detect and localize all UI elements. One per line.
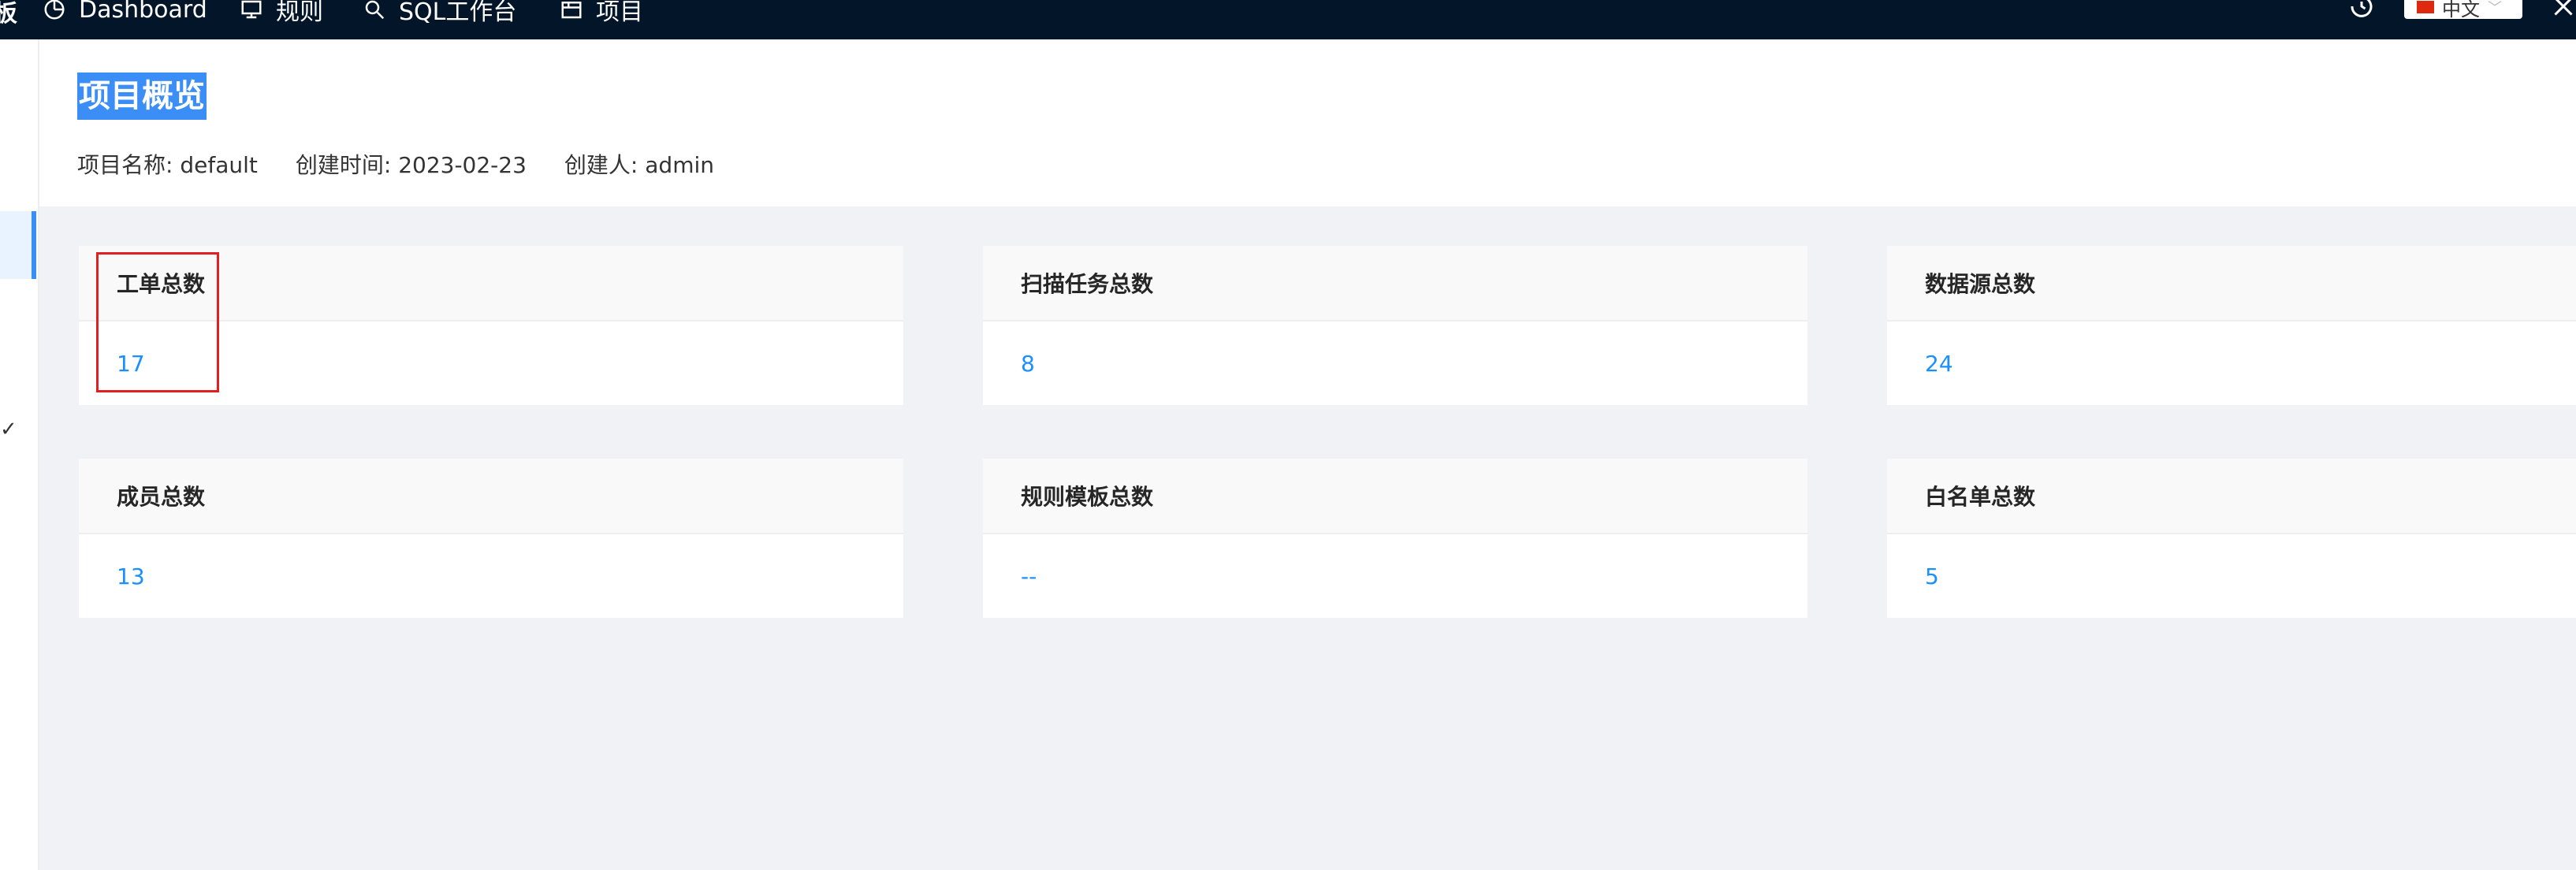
stat-card-rule-templates: 规则模板总数 --	[983, 459, 1807, 618]
created-time: 创建时间: 2023-02-23	[295, 152, 527, 178]
dashboard-icon	[44, 0, 65, 20]
language-label: 中文	[2442, 0, 2480, 20]
brand-logo-text: 板	[0, 0, 17, 28]
nav-dashboard[interactable]: Dashboard	[43, 0, 207, 25]
check-icon[interactable]: ✓	[0, 418, 17, 441]
language-selector[interactable]: 中文 ﹀	[2404, 0, 2522, 20]
close-icon[interactable]	[2549, 0, 2576, 20]
monitor-icon	[241, 0, 262, 19]
stat-card-value[interactable]: 24	[1887, 322, 2576, 405]
creator: 创建人: admin	[564, 152, 714, 178]
nav-dashboard-label: Dashboard	[79, 0, 207, 24]
project-meta: 项目名称: default 创建时间: 2023-02-23 创建人: admi…	[77, 148, 714, 180]
nav-sql-workbench[interactable]: SQL工作台	[363, 0, 517, 26]
left-sidebar: ✓	[0, 39, 39, 870]
stat-card-title: 成员总数	[79, 459, 903, 534]
nav-rules-label: 规则	[276, 0, 323, 26]
project-name: 项目名称: default	[77, 152, 258, 178]
stat-card-title: 数据源总数	[1887, 246, 2576, 322]
highlight-annotation-box	[96, 252, 219, 392]
stat-card-members: 成员总数 13	[79, 459, 903, 618]
stat-card-value[interactable]: 13	[79, 534, 903, 618]
stat-card-scan-tasks: 扫描任务总数 8	[983, 246, 1807, 405]
stat-card-value[interactable]: 5	[1887, 534, 2576, 618]
stat-card-title: 规则模板总数	[983, 459, 1807, 534]
nav-sql-workbench-label: SQL工作台	[399, 0, 517, 26]
nav-project[interactable]: 项目	[560, 0, 643, 26]
stat-card-value[interactable]: --	[983, 534, 1807, 618]
top-navigation-bar: 板 Dashboard 规则 SQL工作台 项目 中文 ﹀	[0, 0, 2576, 39]
page-header: 项目概览 项目名称: default 创建时间: 2023-02-23 创建人:…	[39, 39, 2576, 206]
sidebar-active-item[interactable]	[0, 211, 36, 279]
chevron-down-icon: ﹀	[2488, 0, 2502, 17]
stat-card-whitelist: 白名单总数 5	[1887, 459, 2576, 618]
history-icon[interactable]	[2347, 0, 2376, 20]
stat-card-title: 白名单总数	[1887, 459, 2576, 534]
project-icon	[561, 2, 582, 19]
page-title: 项目概览	[77, 72, 207, 120]
stat-card-datasources: 数据源总数 24	[1887, 246, 2576, 405]
search-icon	[365, 0, 385, 20]
overview-content: 工单总数 17 扫描任务总数 8 数据源总数 24 成员总数 13 规则模板总数…	[39, 206, 2576, 870]
china-flag-icon	[2417, 1, 2434, 13]
nav-rules[interactable]: 规则	[240, 0, 323, 26]
stat-card-value[interactable]: 8	[983, 322, 1807, 405]
nav-project-label: 项目	[596, 0, 643, 26]
stat-card-title: 扫描任务总数	[983, 246, 1807, 322]
